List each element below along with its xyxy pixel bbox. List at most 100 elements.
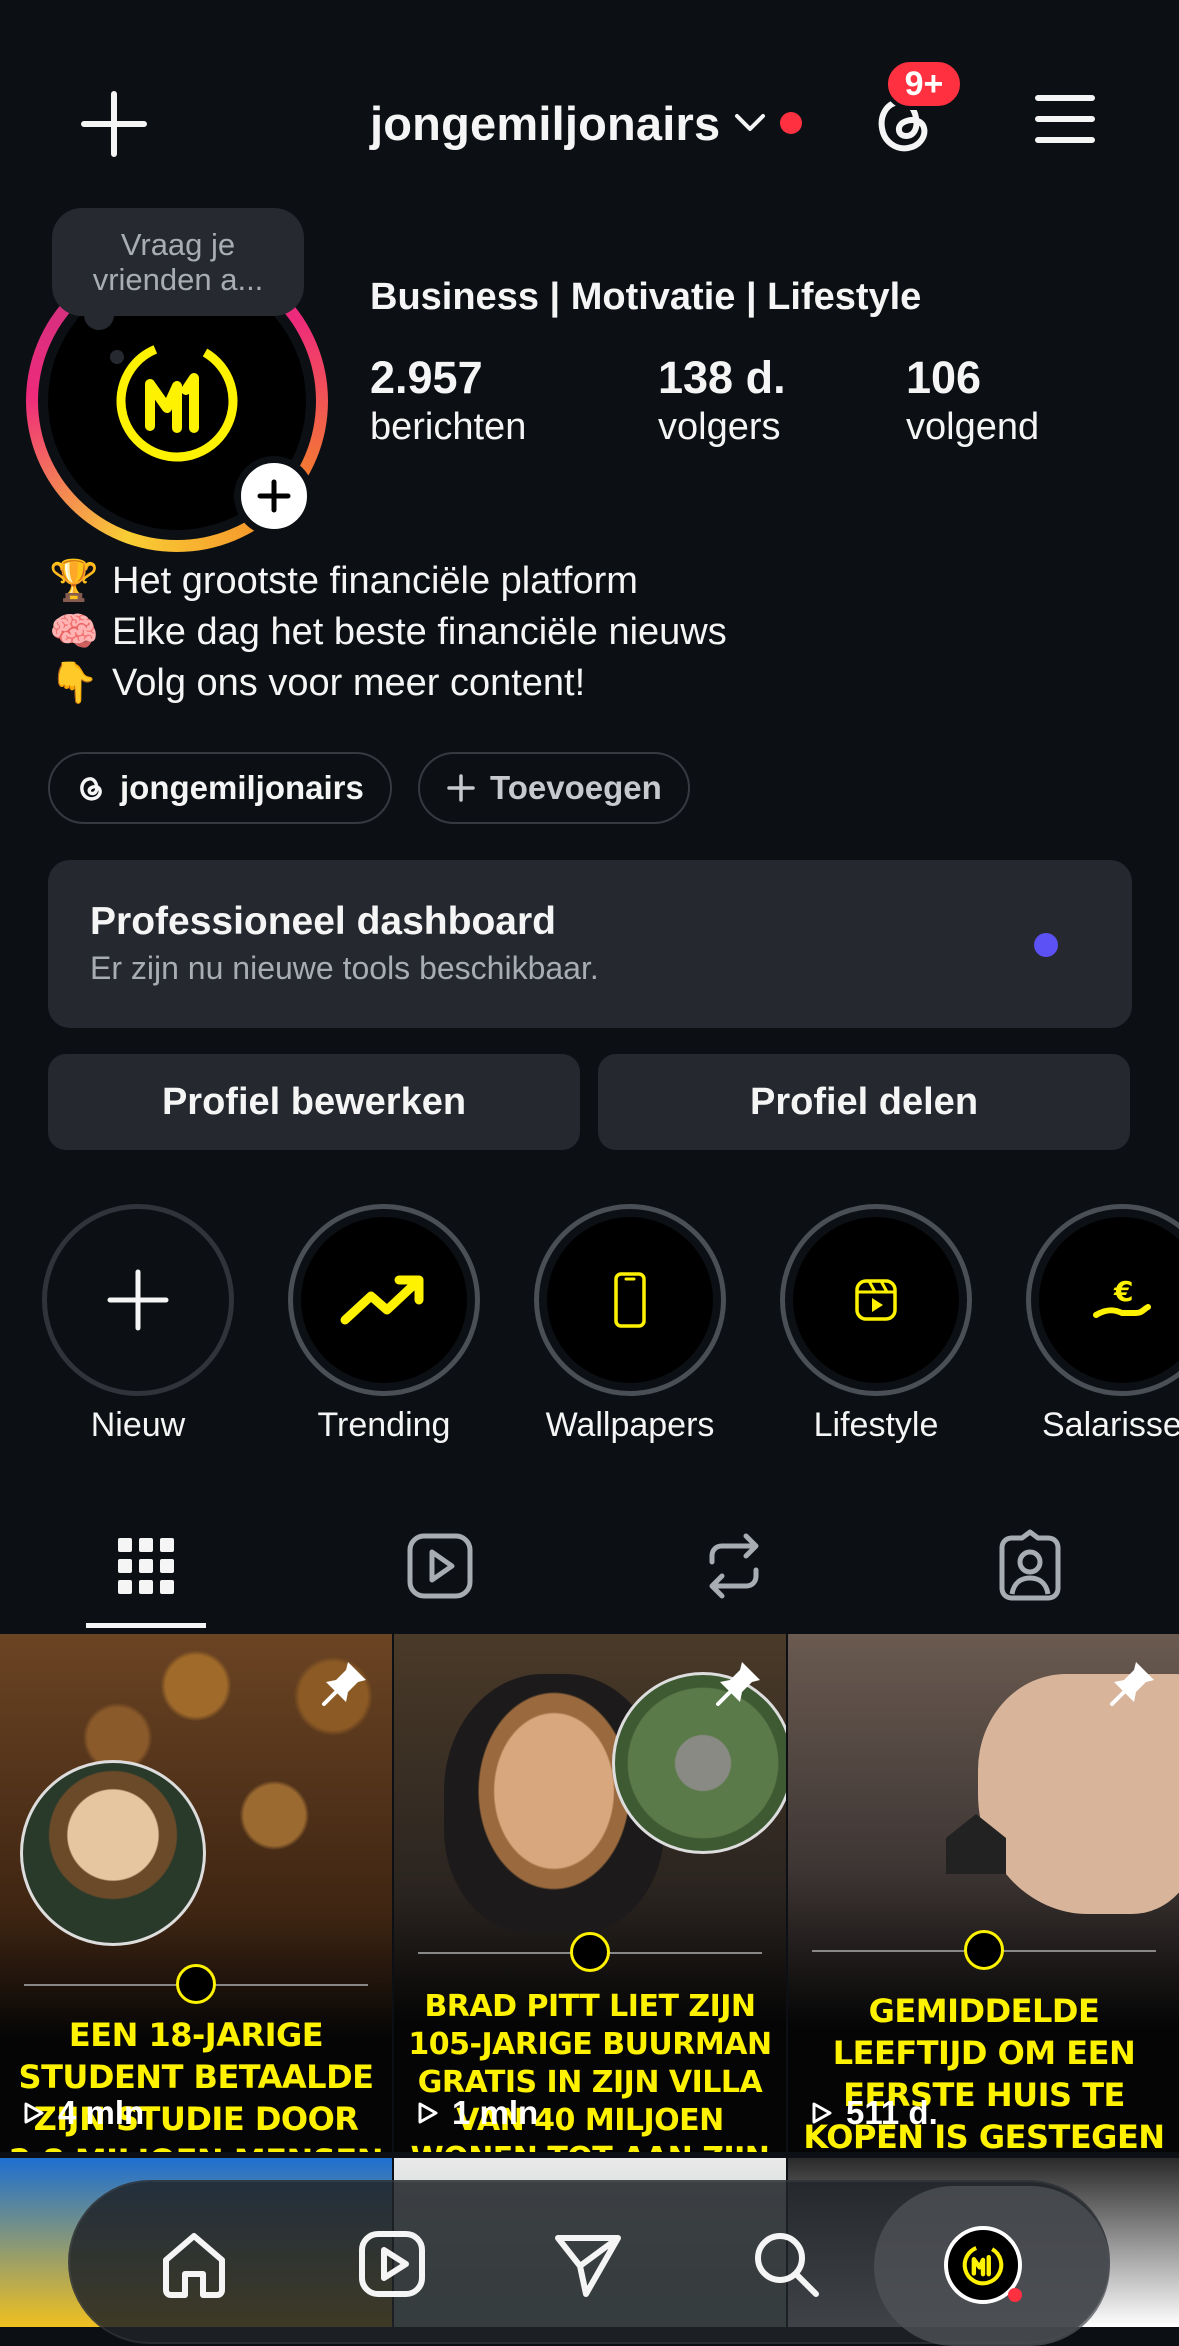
stat-label: berichten	[370, 406, 527, 448]
threads-icon	[80, 777, 102, 801]
tab-reposts[interactable]	[696, 1528, 772, 1604]
highlight-salarissen[interactable]: €	[1026, 1204, 1179, 1396]
post-tile[interactable]: Een 18-jarige student betaalde zijn stud…	[0, 1634, 392, 2152]
person-portrait	[20, 1760, 206, 1946]
note-bubble[interactable]: Vraag je vrienden a...	[52, 208, 304, 316]
trending-up-icon	[340, 1275, 424, 1325]
bio-text: Het grootste financiële platform	[112, 560, 638, 602]
home-icon	[163, 2233, 225, 2298]
brand-logo-icon	[116, 340, 238, 462]
highlight-cover: €	[1039, 1217, 1179, 1383]
repost-icon	[709, 1533, 759, 1599]
view-count: 511 d.	[806, 2094, 938, 2132]
highlight-label: Wallpapers	[545, 1406, 715, 1444]
highlight-cover	[547, 1217, 713, 1383]
stat-label: volgers	[658, 406, 781, 448]
plus-icon	[107, 1269, 169, 1331]
post-tile[interactable]: Brad Pitt liet zijn 105-jarige buurman g…	[394, 1634, 786, 2152]
notification-dot	[780, 112, 803, 134]
highlight-lifestyle[interactable]	[780, 1204, 972, 1396]
username: jongemiljonairs	[370, 96, 721, 150]
bio-text: Elke dag het beste financiële nieuws	[112, 611, 727, 653]
following-stat[interactable]: 106 volgend	[906, 352, 1039, 450]
add-link-chip[interactable]: Toevoegen	[418, 752, 690, 824]
threads-profile-chip[interactable]: jongemiljonairs	[48, 752, 392, 824]
account-switcher[interactable]: jongemiljonairs	[370, 88, 803, 158]
menu-button[interactable]	[1034, 92, 1096, 146]
play-square-icon	[407, 1533, 473, 1599]
tab-grid[interactable]	[108, 1528, 184, 1604]
tab-tagged[interactable]	[992, 1528, 1068, 1604]
pin-icon	[716, 1662, 760, 1706]
play-outline-icon	[812, 2102, 832, 2124]
note-bubble-tail	[110, 350, 124, 364]
pointing-down-icon: 👇	[49, 660, 99, 706]
highlight-new[interactable]	[42, 1204, 234, 1396]
add-story-button[interactable]	[234, 456, 314, 536]
pin-icon	[1110, 1662, 1154, 1706]
view-count: 4 mln	[18, 2094, 144, 2132]
brand-logo-icon	[176, 1964, 216, 2004]
bio-line: 🧠 Elke dag het beste financiële nieuws	[48, 607, 727, 658]
stat-label: volgend	[906, 406, 1040, 448]
notification-dot	[1008, 2288, 1022, 2302]
post-tile[interactable]: Gemiddelde leeftijd om een eerste huis t…	[788, 1634, 1179, 2152]
play-outline-icon	[418, 2102, 438, 2124]
stat-number: 138 d.	[658, 352, 786, 403]
share-profile-button[interactable]: Profiel delen	[598, 1054, 1130, 1150]
chip-label: jongemiljonairs	[120, 769, 364, 806]
send-icon	[555, 2235, 621, 2297]
profile-bio: 🏆 Het grootste financiële platform 🧠 Elk…	[48, 556, 727, 709]
brand-logo-icon	[964, 1930, 1004, 1970]
chevron-down-icon	[735, 114, 766, 131]
highlight-wallpapers[interactable]	[534, 1204, 726, 1396]
tab-active-indicator	[86, 1623, 206, 1628]
plus-icon	[81, 91, 147, 157]
profile-category: Business | Motivatie | Lifestyle	[370, 276, 922, 318]
create-button[interactable]	[78, 88, 150, 160]
search-icon	[755, 2233, 819, 2297]
play-outline-icon	[24, 2102, 44, 2124]
view-count-text: 511 d.	[846, 2094, 938, 2131]
nav-reels[interactable]	[356, 2228, 428, 2300]
dashboard-subtitle: Er zijn nu nieuwe tools beschikbaar.	[90, 950, 599, 986]
plus-icon	[447, 774, 475, 802]
hamburger-menu-icon	[1035, 95, 1095, 143]
chip-label: Toevoegen	[490, 769, 662, 806]
threads-badge: 9+	[884, 58, 964, 110]
highlight-cover	[301, 1217, 467, 1383]
stat-number: 106	[906, 352, 982, 403]
dashboard-title: Professioneel dashboard	[90, 900, 556, 943]
brain-icon: 🧠	[49, 609, 99, 655]
pin-icon	[322, 1662, 366, 1706]
grid-icon	[118, 1538, 174, 1594]
highlight-label: Nieuw	[90, 1406, 186, 1444]
nav-search[interactable]	[750, 2228, 822, 2300]
phone-icon	[614, 1272, 646, 1328]
followers-stat[interactable]: 138 d. volgers	[658, 352, 786, 450]
highlight-label: Salarisse	[1042, 1406, 1179, 1444]
plus-icon	[257, 479, 291, 513]
tagged-person-icon	[999, 1529, 1061, 1601]
reels-icon	[359, 2231, 425, 2297]
brand-logo-icon	[962, 2244, 1004, 2286]
posts-stat[interactable]: 2.957 berichten	[370, 352, 526, 450]
svg-text:€: €	[1113, 1275, 1133, 1308]
bio-text: Volg ons voor meer content!	[112, 662, 586, 704]
view-count-text: 4 mln	[58, 2094, 145, 2131]
nav-messages[interactable]	[552, 2228, 624, 2300]
view-count: 1 mln	[412, 2094, 538, 2132]
brand-logo-icon	[570, 1932, 610, 1972]
edit-profile-button[interactable]: Profiel bewerken	[48, 1054, 580, 1150]
bio-line: 👇 Volg ons voor meer content!	[48, 658, 727, 709]
nav-home[interactable]	[158, 2228, 230, 2300]
trophy-icon: 🏆	[49, 558, 99, 604]
highlight-cover	[793, 1217, 959, 1383]
highlight-label: Trending	[317, 1406, 451, 1444]
reels-icon	[855, 1279, 897, 1321]
tab-reels[interactable]	[402, 1528, 478, 1604]
dashboard-new-dot	[1034, 933, 1058, 957]
professional-dashboard[interactable]	[48, 860, 1132, 1028]
view-count-text: 1 mln	[452, 2094, 539, 2131]
highlight-trending[interactable]	[288, 1204, 480, 1396]
